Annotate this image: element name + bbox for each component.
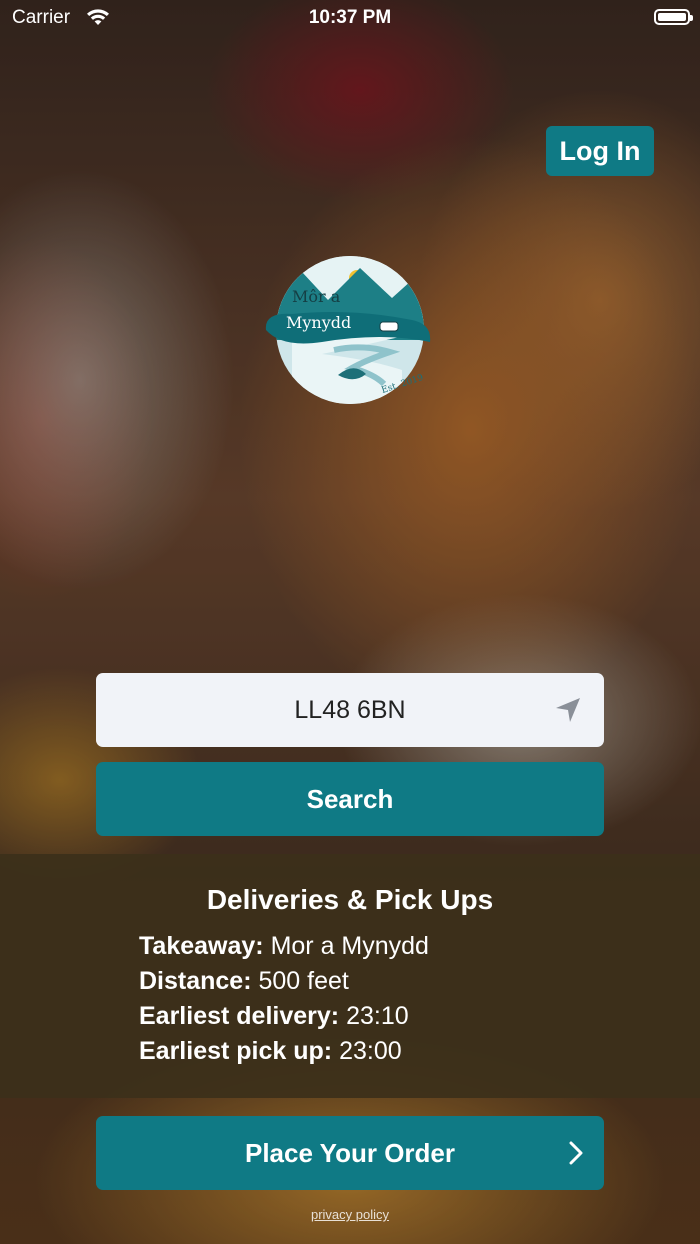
takeaway-label: Takeaway: xyxy=(139,932,264,960)
location-arrow-icon[interactable] xyxy=(552,694,584,726)
info-title: Deliveries & Pick Ups xyxy=(206,884,494,915)
privacy-policy-link[interactable]: privacy policy xyxy=(0,1207,700,1222)
status-bar: Carrier 10:37 PM xyxy=(0,0,700,36)
earliest-pickup-row: Earliest pick up: 23:00 xyxy=(139,1037,402,1066)
earliest-pickup-value: 23:00 xyxy=(339,1037,402,1065)
place-order-button[interactable]: Place Your Order xyxy=(96,1116,604,1190)
postcode-value: LL48 6BN xyxy=(294,696,406,724)
clock: 10:37 PM xyxy=(308,7,392,28)
distance-label: Distance: xyxy=(139,967,252,995)
earliest-delivery-value: 23:10 xyxy=(346,1002,409,1030)
svg-text:Mynydd: Mynydd xyxy=(286,313,351,332)
delivery-info-panel: Deliveries & Pick Ups Takeaway: Mor a My… xyxy=(0,854,700,1098)
distance-value: 500 feet xyxy=(258,967,349,995)
postcode-input[interactable]: LL48 6BN xyxy=(96,673,604,747)
battery-icon xyxy=(654,9,693,25)
earliest-delivery-label: Earliest delivery: xyxy=(139,1002,340,1030)
mor-a-mynydd-logo: Môr a Mynydd Est. 2019 xyxy=(265,256,431,404)
login-button[interactable]: Log In xyxy=(546,126,654,176)
earliest-delivery-row: Earliest delivery: 23:10 xyxy=(139,1002,409,1031)
takeaway-row: Takeaway: Mor a Mynydd xyxy=(139,932,429,961)
distance-row: Distance: 500 feet xyxy=(139,967,349,996)
place-order-label: Place Your Order xyxy=(244,1138,456,1168)
earliest-pickup-label: Earliest pick up: xyxy=(139,1037,333,1065)
takeaway-value: Mor a Mynydd xyxy=(270,932,429,960)
search-button[interactable]: Search xyxy=(96,762,604,836)
svg-text:Môr a: Môr a xyxy=(292,287,341,306)
chevron-right-icon xyxy=(569,1141,583,1165)
